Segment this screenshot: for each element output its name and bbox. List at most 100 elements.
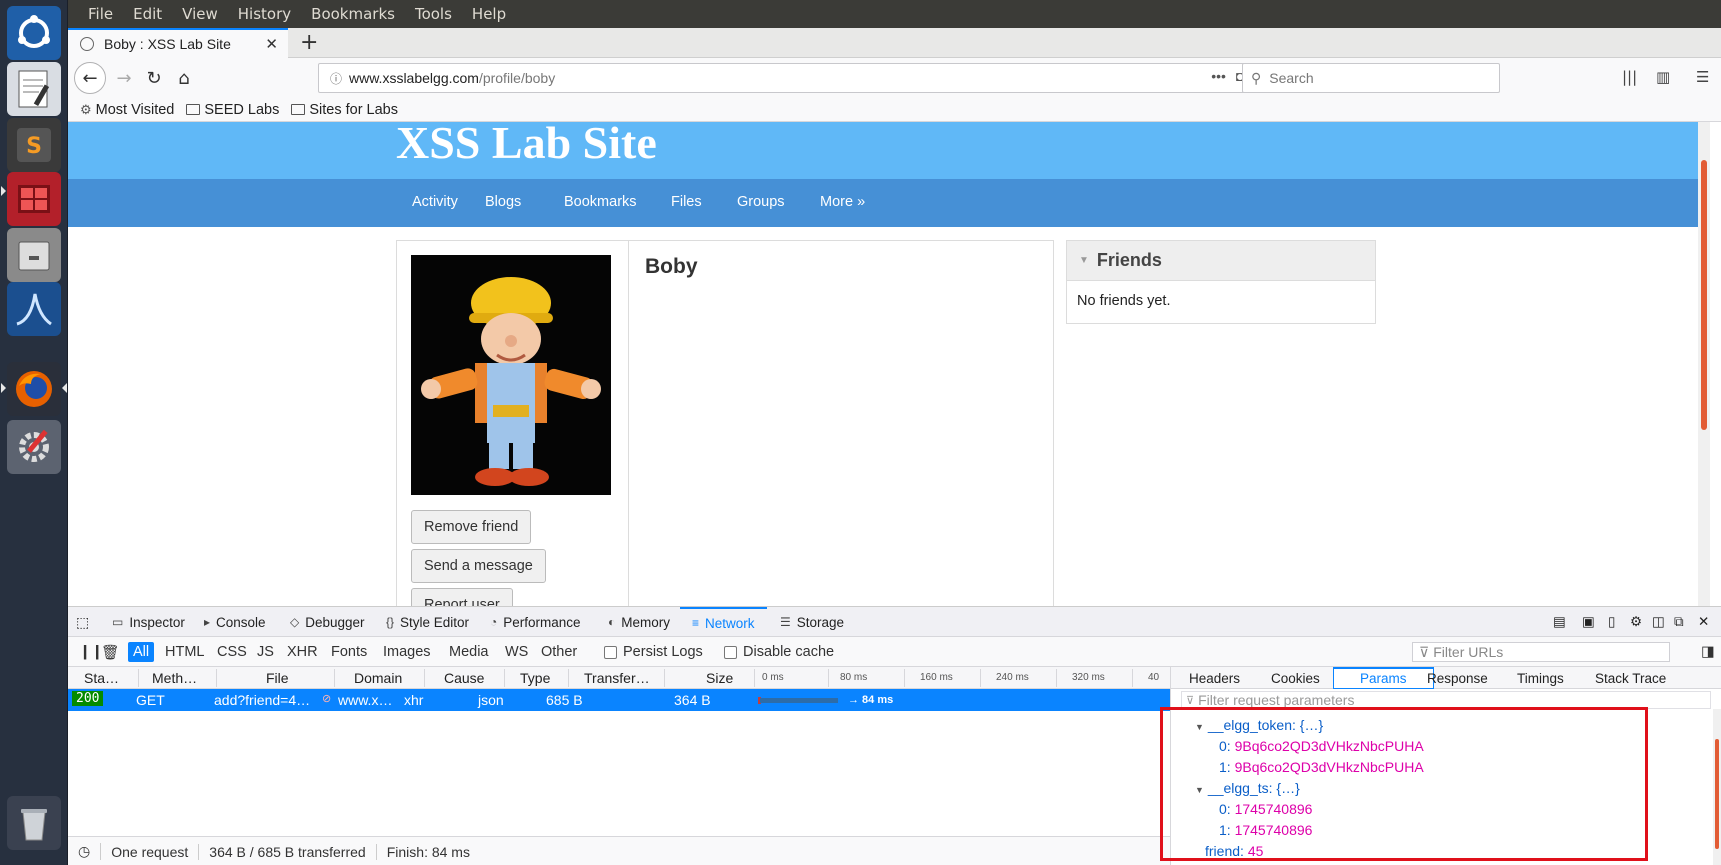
clear-trash-icon[interactable]: 🗑: [96, 642, 124, 662]
library-icon[interactable]: |||: [1622, 68, 1637, 86]
forward-button[interactable]: →: [110, 64, 138, 92]
site-nav-files[interactable]: Files: [671, 194, 702, 210]
col-method[interactable]: Meth…: [152, 670, 197, 686]
file-manager-icon[interactable]: [7, 228, 61, 282]
site-nav-groups[interactable]: Groups: [737, 194, 785, 210]
site-title[interactable]: XSS Lab Site: [396, 122, 657, 169]
tab-style-editor[interactable]: {} Style Editor: [386, 607, 469, 637]
url-host: www.xsslabelgg.com: [349, 70, 479, 86]
tab-storage[interactable]: ☰ Storage: [780, 607, 844, 637]
site-nav-more[interactable]: More »: [820, 194, 865, 210]
hamburger-menu-icon[interactable]: ☰: [1696, 68, 1709, 86]
devtools-settings-icon[interactable]: ⚙: [1630, 607, 1642, 637]
tab-response[interactable]: Response: [1427, 667, 1488, 689]
terminal-grid-icon[interactable]: [7, 172, 61, 226]
remove-friend-button[interactable]: Remove friend: [411, 510, 532, 544]
back-button[interactable]: ←: [74, 62, 106, 94]
responsive-mode-icon[interactable]: ▯: [1608, 607, 1615, 637]
filter-xhr[interactable]: XHR: [282, 642, 323, 662]
bookmark-seed-labs[interactable]: SEED Labs: [186, 102, 279, 118]
sidebar-toggle-icon[interactable]: ▥: [1656, 68, 1670, 86]
bookmark-sites-for-labs[interactable]: Sites for Labs: [291, 102, 398, 118]
filter-all[interactable]: All: [128, 642, 155, 662]
tab-performance[interactable]: ◔ Performance: [490, 607, 581, 637]
checkbox-box[interactable]: [724, 645, 737, 659]
page-actions-icon[interactable]: •••: [1211, 68, 1226, 85]
settings-icon[interactable]: [7, 420, 61, 474]
site-nav-bookmarks[interactable]: Bookmarks: [564, 194, 637, 210]
wireshark-icon[interactable]: [7, 282, 61, 336]
screenshot-icon[interactable]: ▣: [1582, 607, 1595, 637]
tab-params[interactable]: Params: [1333, 667, 1434, 689]
tab-headers[interactable]: Headers: [1189, 667, 1240, 689]
filter-urls-input[interactable]: ⊽ Filter URLs: [1412, 642, 1670, 662]
tab-cookies[interactable]: Cookies: [1271, 667, 1320, 689]
report-user-button[interactable]: Report user: [411, 588, 513, 606]
split-console-icon[interactable]: ◫: [1652, 607, 1665, 637]
close-devtools-icon[interactable]: ✕: [1698, 607, 1709, 637]
new-tab-button[interactable]: +: [300, 30, 318, 55]
collapse-triangle-icon[interactable]: ▼: [1079, 255, 1089, 266]
firefox-icon[interactable]: [7, 362, 61, 416]
home-button[interactable]: ⌂: [170, 64, 198, 92]
menu-view[interactable]: View: [172, 5, 228, 23]
search-input[interactable]: ⚲ Search: [1242, 63, 1500, 93]
dock-mode-icon[interactable]: ▤: [1553, 607, 1566, 637]
col-status[interactable]: Sta…: [84, 670, 119, 686]
menu-bookmarks[interactable]: Bookmarks: [301, 5, 405, 23]
site-info-icon[interactable]: ⓘ: [323, 70, 349, 87]
col-transferred[interactable]: Transfer…: [584, 670, 650, 686]
filter-fonts[interactable]: Fonts: [326, 642, 372, 662]
details-scrollbar[interactable]: [1713, 709, 1721, 865]
scrollbar-thumb[interactable]: [1701, 160, 1707, 430]
friends-widget-header[interactable]: ▼ Friends: [1067, 241, 1375, 281]
undock-icon[interactable]: ⧉: [1674, 607, 1684, 637]
col-size[interactable]: Size: [706, 670, 733, 686]
filter-media[interactable]: Media: [444, 642, 494, 662]
tab-stack-trace[interactable]: Stack Trace: [1595, 667, 1666, 689]
close-tab-icon[interactable]: ✕: [265, 35, 278, 53]
trash-icon[interactable]: [7, 796, 61, 850]
menu-file[interactable]: File: [78, 5, 123, 23]
site-nav-activity[interactable]: Activity: [412, 194, 458, 210]
browser-tab[interactable]: Boby : XSS Lab Site ✕: [68, 28, 288, 58]
filter-css[interactable]: CSS: [212, 642, 252, 662]
url-bar[interactable]: ⓘ www.xsslabelgg.com/profile/boby ••• ◘ …: [318, 63, 1276, 93]
sublime-text-icon[interactable]: S: [7, 118, 61, 172]
col-file[interactable]: File: [266, 670, 289, 686]
tab-console[interactable]: ▸ Console: [204, 607, 266, 637]
menu-help[interactable]: Help: [462, 5, 516, 23]
menu-edit[interactable]: Edit: [123, 5, 172, 23]
filter-js[interactable]: JS: [252, 642, 279, 662]
send-message-button[interactable]: Send a message: [411, 549, 546, 583]
tab-inspector[interactable]: ▭ Inspector: [112, 607, 185, 637]
site-nav-blogs[interactable]: Blogs: [485, 194, 521, 210]
performance-analysis-icon[interactable]: ◷: [68, 843, 102, 860]
ubuntu-logo-icon[interactable]: [7, 6, 61, 60]
scrollbar-thumb[interactable]: [1715, 739, 1719, 849]
checkbox-box[interactable]: [604, 645, 617, 659]
bookmark-most-visited[interactable]: ⚙ Most Visited: [80, 102, 174, 118]
page-scrollbar[interactable]: [1698, 122, 1710, 606]
tab-timings[interactable]: Timings: [1517, 667, 1564, 689]
filter-html[interactable]: HTML: [160, 642, 209, 662]
request-row[interactable]: 200 GET add?friend=4… ⊘ www.x… xhr json …: [68, 689, 1170, 711]
tab-network[interactable]: ≡ Network: [680, 607, 767, 637]
filter-images[interactable]: Images: [378, 642, 436, 662]
reload-button[interactable]: ↻: [140, 64, 168, 92]
disable-cache-checkbox[interactable]: Disable cache: [724, 644, 834, 660]
filter-ws[interactable]: WS: [500, 642, 533, 662]
tab-debugger[interactable]: ◇ Debugger: [290, 607, 365, 637]
element-picker-icon[interactable]: ⬚: [76, 607, 89, 637]
text-editor-icon[interactable]: [7, 62, 61, 116]
menu-history[interactable]: History: [228, 5, 301, 23]
filter-other[interactable]: Other: [536, 642, 582, 662]
col-domain[interactable]: Domain: [354, 670, 402, 686]
persist-logs-checkbox[interactable]: Persist Logs: [604, 644, 703, 660]
timeline-gridline: [1132, 669, 1133, 687]
tab-memory[interactable]: ◐ Memory: [608, 607, 670, 637]
col-type[interactable]: Type: [520, 670, 550, 686]
col-cause[interactable]: Cause: [444, 670, 484, 686]
toggle-side-panel-icon[interactable]: ◨: [1696, 642, 1720, 662]
menu-tools[interactable]: Tools: [405, 5, 462, 23]
